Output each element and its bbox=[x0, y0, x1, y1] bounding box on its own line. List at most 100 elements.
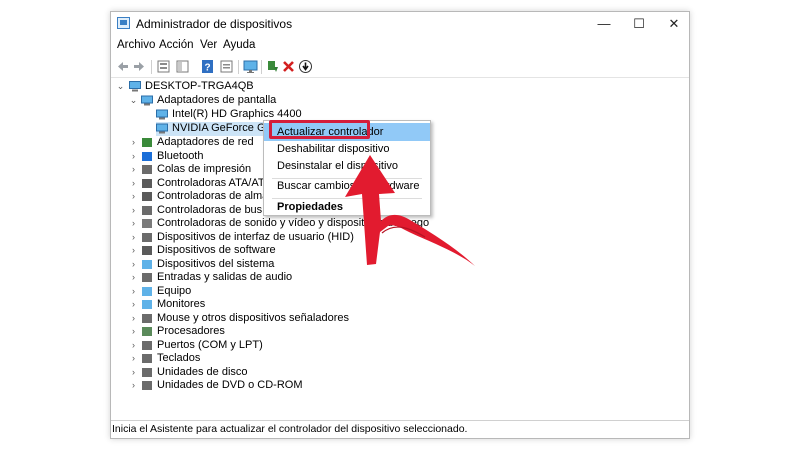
chevron-right-icon[interactable]: › bbox=[129, 190, 138, 203]
maximize-button[interactable]: ☐ bbox=[619, 12, 659, 36]
chevron-right-icon[interactable]: › bbox=[129, 298, 138, 311]
tree-category-label: Mouse y otros dispositivos señaladores bbox=[157, 311, 349, 324]
forward-arrow-icon[interactable] bbox=[132, 59, 147, 74]
mouse-icon bbox=[142, 313, 152, 323]
toolbar: ? bbox=[111, 56, 689, 78]
tree-category-label: Colas de impresión bbox=[157, 163, 252, 175]
view-icon[interactable] bbox=[219, 59, 234, 74]
chevron-right-icon[interactable]: › bbox=[129, 325, 138, 338]
tree-category-row[interactable]: › Mouse y otros dispositivos señaladores bbox=[129, 312, 389, 326]
hid-icon bbox=[142, 232, 152, 242]
computer-icon bbox=[142, 286, 152, 296]
tree-category-label: Dispositivos de software bbox=[157, 244, 276, 256]
highlight-box-annotation bbox=[269, 120, 370, 139]
tree-category-row[interactable]: › Procesadores bbox=[129, 325, 389, 339]
tree-category-label: Unidades de disco bbox=[157, 365, 248, 378]
tree-category-label: Monitores bbox=[157, 298, 206, 310]
chevron-right-icon[interactable]: › bbox=[129, 231, 138, 244]
dvd-drive-icon bbox=[142, 381, 152, 390]
display-adapter-icon bbox=[141, 95, 153, 106]
help-icon[interactable]: ? bbox=[200, 59, 215, 74]
tree-category-label: Entradas y salidas de audio bbox=[157, 271, 293, 283]
chevron-right-icon[interactable]: › bbox=[129, 285, 138, 298]
chevron-right-icon[interactable]: › bbox=[129, 379, 138, 392]
minimize-button[interactable]: — bbox=[584, 12, 624, 36]
network-adapter-icon bbox=[142, 138, 152, 147]
tree-category-row[interactable]: › Teclados bbox=[129, 352, 389, 366]
menu-ver[interactable]: Ver bbox=[200, 39, 217, 51]
tree-category-label: Adaptadores de red bbox=[157, 136, 254, 148]
bluetooth-icon bbox=[142, 151, 152, 161]
back-arrow-icon[interactable] bbox=[115, 59, 130, 74]
tree-category-label: Equipo bbox=[157, 284, 192, 297]
context-menu-disable-device[interactable]: Deshabilitar dispositivo bbox=[264, 140, 430, 158]
tree-category-label: Controladoras de sonido y vídeo y dispos… bbox=[157, 217, 430, 229]
tree-category-row[interactable]: › Puertos (COM y LPT) bbox=[129, 339, 389, 353]
menu-ayuda[interactable]: Ayuda bbox=[223, 39, 255, 51]
tree-category-display-adapters[interactable]: ⌄ Adaptadores de pantalla bbox=[129, 94, 329, 108]
tree-category-label: Bluetooth bbox=[157, 149, 204, 162]
tree-category-label: Unidades de DVD o CD-ROM bbox=[157, 379, 303, 391]
title-bar[interactable]: Administrador de dispositivos — ☐ ✕ bbox=[111, 12, 689, 36]
menu-accion[interactable]: Acción bbox=[159, 39, 194, 51]
chevron-right-icon[interactable]: › bbox=[129, 217, 138, 230]
context-menu-scan-hardware[interactable]: Buscar cambios de hardware bbox=[264, 177, 430, 195]
tree-category-row[interactable]: › Entradas y salidas de audio bbox=[129, 271, 389, 285]
tree-category-row[interactable]: › Monitores bbox=[129, 298, 389, 312]
tree-root[interactable]: ⌄ DESKTOP-TRGA4QB bbox=[116, 80, 316, 94]
tree-root-label: DESKTOP-TRGA4QB bbox=[145, 80, 254, 92]
chevron-right-icon[interactable]: › bbox=[129, 136, 138, 149]
processor-icon bbox=[142, 327, 152, 336]
port-icon bbox=[142, 340, 152, 350]
tree-category-row[interactable]: › Unidades de DVD o CD-ROM bbox=[129, 379, 389, 393]
close-button[interactable]: ✕ bbox=[654, 12, 694, 36]
monitor-icon[interactable] bbox=[243, 59, 258, 74]
tree-category-label: Teclados bbox=[157, 352, 201, 364]
audio-io-icon bbox=[142, 273, 152, 282]
system-device-icon bbox=[142, 259, 152, 269]
tree-category-row[interactable]: › Dispositivos del sistema bbox=[129, 258, 389, 272]
update-driver-icon[interactable] bbox=[265, 59, 280, 74]
tree-category-row[interactable]: › Equipo bbox=[129, 285, 389, 299]
chevron-down-icon[interactable]: ⌄ bbox=[129, 94, 138, 107]
uninstall-icon[interactable] bbox=[281, 59, 296, 74]
sound-icon bbox=[142, 219, 152, 228]
monitor-icon bbox=[142, 300, 152, 309]
storage-controller-icon bbox=[142, 192, 152, 201]
chevron-right-icon[interactable]: › bbox=[129, 312, 138, 325]
tree-category-label: Dispositivos del sistema bbox=[157, 257, 275, 270]
tree-category-row[interactable]: › Dispositivos de interfaz de usuario (HI… bbox=[129, 231, 389, 245]
tree-category-row[interactable]: › Unidades de disco bbox=[129, 366, 389, 380]
tree-device-row-selected[interactable]: NVIDIA GeForce GTX 1050 Ti bbox=[156, 122, 264, 136]
download-icon[interactable] bbox=[298, 59, 313, 74]
chevron-right-icon[interactable]: › bbox=[129, 163, 138, 176]
chevron-right-icon[interactable]: › bbox=[129, 204, 138, 217]
tree-category-label: Procesadores bbox=[157, 325, 225, 337]
disk-drive-icon bbox=[142, 367, 152, 377]
console-tree-icon[interactable] bbox=[175, 59, 190, 74]
menu-archivo[interactable]: Archivo bbox=[117, 39, 155, 51]
context-menu-properties[interactable]: Propiedades bbox=[264, 198, 430, 216]
tree-category-row[interactable]: › Dispositivos de software bbox=[129, 244, 389, 258]
chevron-right-icon[interactable]: › bbox=[129, 258, 138, 271]
chevron-right-icon[interactable]: › bbox=[129, 177, 138, 190]
chevron-right-icon[interactable]: › bbox=[129, 352, 138, 365]
properties-icon[interactable] bbox=[156, 59, 171, 74]
chevron-right-icon[interactable]: › bbox=[129, 366, 138, 379]
chevron-right-icon[interactable]: › bbox=[129, 150, 138, 163]
chevron-right-icon[interactable]: › bbox=[129, 244, 138, 257]
printer-icon bbox=[142, 165, 152, 174]
status-bar: Inicia el Asistente para actualizar el c… bbox=[111, 420, 689, 438]
tree-category-row[interactable]: › Controladoras de sonido y vídeo y dispo… bbox=[129, 217, 429, 231]
chevron-down-icon[interactable]: ⌄ bbox=[116, 80, 125, 93]
ide-controller-icon bbox=[142, 178, 152, 188]
display-adapter-icon bbox=[156, 109, 168, 120]
chevron-right-icon[interactable]: › bbox=[129, 271, 138, 284]
tree-category-label: Dispositivos de interfaz de usuario (HID… bbox=[157, 230, 354, 243]
svg-text:?: ? bbox=[204, 63, 210, 74]
context-menu-uninstall-device[interactable]: Desinstalar el dispositivo bbox=[264, 157, 430, 175]
chevron-right-icon[interactable]: › bbox=[129, 339, 138, 352]
device-manager-window: Administrador de dispositivos — ☐ ✕ Arch… bbox=[110, 11, 690, 439]
tree-device-label: NVIDIA GeForce GTX 1050 Ti bbox=[172, 122, 264, 134]
toolbar-separator bbox=[261, 60, 262, 74]
